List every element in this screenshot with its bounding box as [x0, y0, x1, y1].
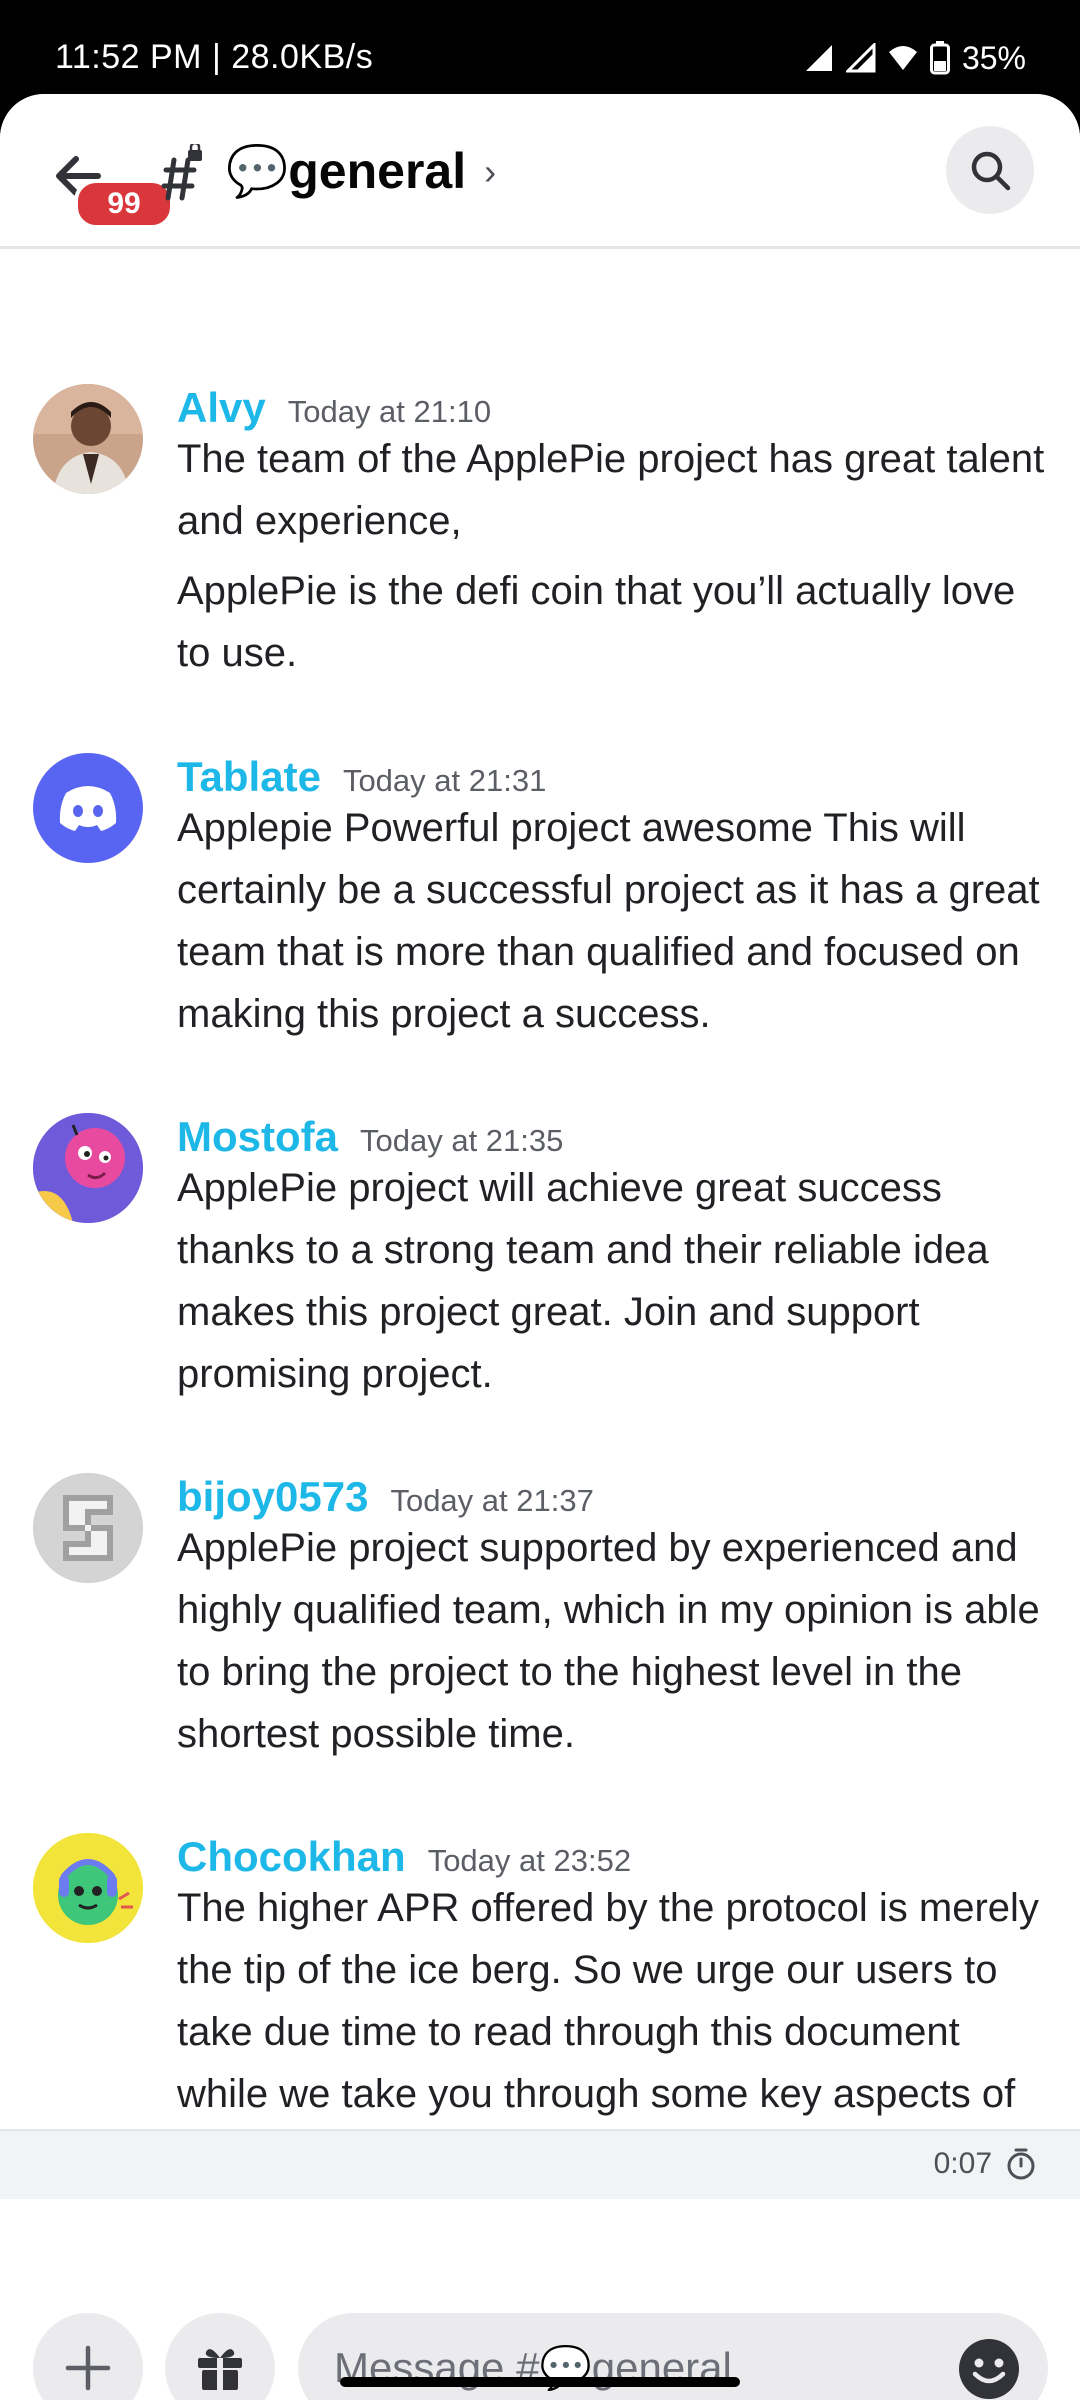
message-timestamp: Today at 23:52: [427, 1843, 632, 1878]
message-content: The team of the ApplePie project has gre…: [177, 428, 1047, 684]
channel-header: 99 💬general ›: [0, 94, 1080, 249]
plus-icon: [65, 2345, 111, 2391]
status-icons: 35%: [804, 38, 1026, 78]
message-timestamp: Today at 21:35: [360, 1123, 564, 1158]
hash-lock-icon: [161, 144, 202, 201]
author-name[interactable]: Chocokhan: [177, 1833, 406, 1881]
wifi-icon: [888, 46, 917, 70]
message-paragraph: The team of the ApplePie project has gre…: [177, 437, 1045, 543]
avatar-photo: [33, 384, 143, 494]
author-name[interactable]: bijoy0573: [177, 1473, 368, 1521]
avatar[interactable]: [33, 1473, 143, 1583]
message-composer: [0, 2199, 1080, 2400]
chevron-right-icon: ›: [484, 150, 497, 192]
gift-icon: [198, 2349, 242, 2390]
message-timestamp: Today at 21:10: [287, 394, 492, 429]
emoji-icon[interactable]: [958, 2338, 1020, 2400]
message-timestamp: Today at 21:31: [342, 763, 547, 798]
message-header: bijoy0573 Today at 21:37: [177, 1473, 594, 1521]
add-attachment-button[interactable]: [33, 2313, 143, 2400]
slowmode-timer: 0:07: [933, 2147, 992, 2180]
message-content: ApplePie project will achieve great succ…: [177, 1157, 1047, 1405]
message-paragraph: Applepie Powerful project awesome This w…: [177, 806, 1040, 1036]
avatar-illustration: [33, 1113, 143, 1223]
search-button[interactable]: [946, 126, 1034, 214]
avatar[interactable]: [33, 1113, 143, 1223]
message-content: Applepie Powerful project awesome This w…: [177, 797, 1047, 1045]
avatar[interactable]: [33, 753, 143, 863]
battery-percent: 35%: [961, 39, 1026, 76]
discord-app: 99 💬general › Alvy Today at 21:10 The te…: [0, 94, 1080, 2400]
battery-icon: [929, 41, 950, 75]
signal-icon: [845, 43, 876, 73]
message-paragraph: ApplePie project supported by experience…: [177, 1526, 1040, 1756]
channel-title[interactable]: 💬general ›: [226, 142, 496, 201]
message-content: ApplePie project supported by experience…: [177, 1517, 1047, 1765]
avatar[interactable]: [33, 384, 143, 494]
author-name[interactable]: Tablate: [177, 753, 321, 801]
stopwatch-icon: [1007, 2148, 1035, 2180]
avatar-logo: [33, 1473, 143, 1583]
author-name[interactable]: Alvy: [177, 384, 266, 432]
message-paragraph: ApplePie is the defi coin that you’ll ac…: [177, 569, 1016, 675]
message-paragraph: ApplePie project will achieve great succ…: [177, 1166, 989, 1396]
search-icon: [971, 151, 1011, 191]
message-list: Alvy Today at 21:10 The team of the Appl…: [0, 249, 1080, 2224]
gift-button[interactable]: [165, 2313, 275, 2400]
message-header: Alvy Today at 21:10: [177, 384, 491, 432]
author-name[interactable]: Mostofa: [177, 1113, 338, 1161]
message-header: Tablate Today at 21:31: [177, 753, 546, 801]
avatar-illustration: [33, 1833, 143, 1943]
discord-logo-icon: [59, 786, 117, 831]
home-indicator[interactable]: [340, 2377, 740, 2387]
signal-icon: [805, 45, 832, 71]
message-header: Mostofa Today at 21:35: [177, 1113, 563, 1161]
avatar[interactable]: [33, 1833, 143, 1943]
message-header: Chocokhan Today at 23:52: [177, 1833, 631, 1881]
channel-name: 💬general: [226, 143, 467, 199]
message-timestamp: Today at 21:37: [390, 1483, 594, 1518]
slowmode-bar: 0:07: [0, 2129, 1080, 2199]
status-time: 11:52 PM | 28.0KB/s: [55, 38, 374, 76]
